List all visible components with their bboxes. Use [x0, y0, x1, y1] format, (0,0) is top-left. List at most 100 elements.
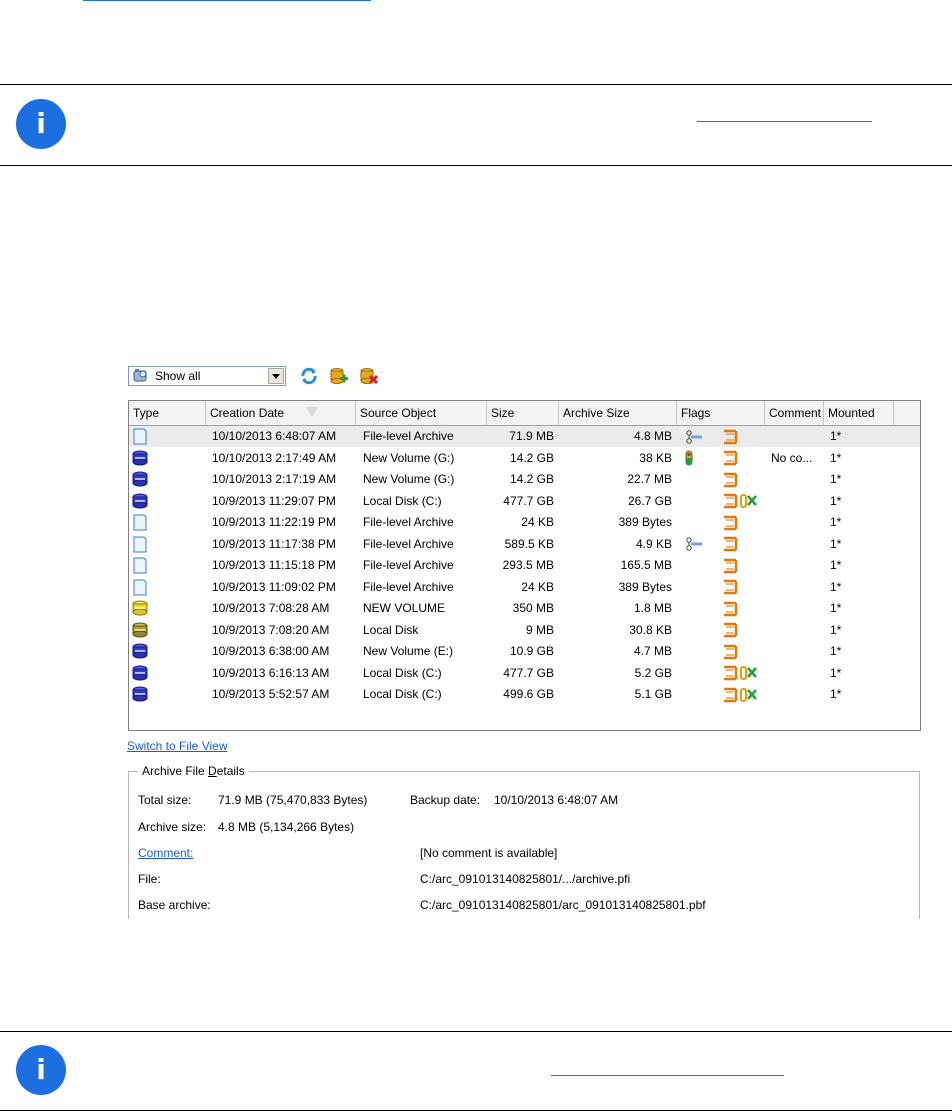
info-icon: i: [16, 1045, 66, 1095]
cell-comment: [771, 426, 823, 447]
flag-green-icon: [740, 493, 758, 509]
flag-green-icon: [740, 687, 758, 703]
column-header-mounted[interactable]: Mounted: [824, 401, 894, 425]
cell-size: 24 KB: [521, 579, 554, 594]
table-row[interactable]: 10/10/2013 2:17:19 AM New Volume (G:) 14.2…: [129, 469, 920, 490]
note2-link[interactable]: [551, 1075, 784, 1076]
cell-source-object: New Volume (G:): [363, 450, 455, 465]
cell-flags: [684, 577, 764, 598]
archive-size-value: 4.8 MB (5,134,266 Bytes): [218, 820, 355, 834]
add-archive-icon[interactable]: [329, 366, 349, 386]
cell-source-object: File-level Archive: [363, 429, 454, 443]
file-value: C:/arc_091013140825801/.../archive.pfi: [420, 872, 631, 886]
cell-source-object: Local Disk (C:): [363, 665, 442, 680]
file-label: File:: [138, 872, 161, 886]
archive-size-label: Archive size:: [138, 820, 207, 834]
cell-comment: No co...: [771, 450, 813, 465]
note-link[interactable]: [697, 121, 872, 122]
column-header-archive-size[interactable]: Archive Size: [559, 401, 677, 425]
column-header-creation-date[interactable]: Creation Date: [206, 401, 356, 425]
file-archive-icon: [132, 514, 148, 531]
cell-mounted: 1*: [830, 515, 842, 529]
flag-orange-icon: [722, 644, 740, 660]
cell-source-object: File-level Archive: [363, 579, 454, 594]
flag-link-icon: [684, 429, 704, 444]
file-archive-icon: [132, 557, 148, 574]
cell-flags: [684, 426, 764, 447]
cell-flags: [684, 512, 764, 533]
cell-flags: [684, 684, 764, 705]
base-archive-value: C:/arc_091013140825801/arc_0910131408258…: [420, 898, 706, 912]
column-header-type[interactable]: Type: [129, 401, 206, 425]
comment-value: [No comment is available]: [420, 846, 558, 860]
cell-flags: [684, 620, 764, 641]
table-row[interactable]: 10/9/2013 6:38:00 AM New Volume (E:) 10.9 …: [129, 641, 920, 662]
cell-creation-date: 10/9/2013 11:22:19 PM: [212, 515, 336, 529]
cell-archive-size: 22.7 MB: [627, 472, 672, 486]
cell-creation-date: 10/9/2013 11:29:07 PM: [212, 493, 336, 508]
table-row[interactable]: 10/9/2013 6:16:13 AM Local Disk (C:) 477.7…: [129, 663, 920, 684]
cell-flags: [684, 598, 764, 619]
cell-archive-size: 30.8 KB: [629, 622, 672, 637]
cell-size: 293.5 MB: [502, 558, 554, 572]
cell-source-object: File-level Archive: [363, 515, 454, 529]
chevron-down-icon[interactable]: [268, 368, 284, 384]
switch-to-file-view-link[interactable]: Switch to File View: [127, 739, 227, 753]
disk-archive-icon: [132, 450, 148, 467]
cell-mounted: 1*: [830, 644, 842, 658]
cell-comment: [771, 512, 823, 533]
cell-comment: [771, 491, 823, 512]
cell-creation-date: 10/9/2013 7:08:28 AM: [212, 601, 330, 615]
filter-value: Show all: [155, 369, 201, 383]
filter-dropdown[interactable]: Show all: [128, 366, 286, 386]
cell-source-object: File-level Archive: [363, 536, 454, 551]
table-row[interactable]: 10/10/2013 2:17:49 AM New Volume (G:) 14.2…: [129, 448, 920, 469]
table-row[interactable]: 10/9/2013 11:29:07 PM Local Disk (C:) 477.…: [129, 491, 920, 512]
cell-mounted: 1*: [830, 622, 842, 637]
cell-archive-size: 5.2 GB: [634, 665, 672, 680]
table-row[interactable]: 10/10/2013 6:48:07 AM File-level Archive 7…: [129, 426, 920, 447]
delete-archive-icon[interactable]: [359, 366, 379, 386]
comment-link[interactable]: Comment:: [138, 846, 193, 860]
table-row[interactable]: 10/9/2013 11:17:38 PM File-level Archive 5…: [129, 534, 920, 555]
disk-archive-icon: [132, 686, 148, 703]
cell-size: 499.6 GB: [503, 687, 554, 701]
table-row[interactable]: 10/9/2013 7:08:20 AM Local Disk 9 MB 30.8 K…: [129, 620, 920, 641]
table-row[interactable]: 10/9/2013 7:08:28 AM NEW VOLUME 350 MB 1.8 …: [129, 598, 920, 619]
cell-source-object: Local Disk (C:): [363, 493, 442, 508]
table-row[interactable]: 10/9/2013 11:15:18 PM File-level Archive 2…: [129, 555, 920, 576]
cell-flags: [684, 663, 764, 684]
cell-comment: [771, 469, 823, 490]
cell-size: 9 MB: [525, 622, 554, 637]
cell-archive-size: 5.1 GB: [634, 687, 672, 701]
note-top-rule: [0, 84, 952, 85]
column-header-size[interactable]: Size: [487, 401, 559, 425]
cell-mounted: 1*: [830, 601, 842, 615]
cell-source-object: Local Disk: [363, 622, 419, 637]
cell-source-object: NEW VOLUME: [363, 601, 446, 615]
backup-date-label: Backup date:: [410, 793, 481, 807]
cell-archive-size: 1.8 MB: [633, 601, 672, 615]
file-archive-icon: [132, 579, 148, 596]
cell-size: 477.7 GB: [503, 493, 554, 508]
table-row[interactable]: 10/9/2013 11:09:02 PM File-level Archive 2…: [129, 577, 920, 598]
table-row[interactable]: 10/9/2013 5:52:57 AM Local Disk (C:) 499.6…: [129, 684, 920, 705]
total-size-label: Total size:: [138, 793, 192, 807]
column-header-flags[interactable]: Flags: [677, 401, 765, 425]
cell-creation-date: 10/10/2013 6:48:07 AM: [212, 429, 337, 443]
top-link[interactable]: [83, 0, 371, 1]
cell-size: 14.2 GB: [509, 450, 554, 465]
refresh-icon[interactable]: [299, 366, 319, 386]
cell-creation-date: 10/9/2013 6:38:00 AM: [212, 644, 330, 658]
table-row[interactable]: 10/9/2013 11:22:19 PM File-level Archive 2…: [129, 512, 920, 533]
cell-mounted: 1*: [830, 579, 842, 594]
column-header-source-object[interactable]: Source Object: [356, 401, 487, 425]
disk-archive-icon: [132, 665, 148, 682]
cell-creation-date: 10/10/2013 2:17:19 AM: [212, 472, 337, 486]
filter-icon: [131, 368, 153, 384]
cell-archive-size: 4.7 MB: [633, 644, 672, 658]
cell-size: 24 KB: [521, 515, 554, 529]
archives-list[interactable]: Type Creation Date Source Object Size Ar…: [128, 400, 921, 731]
cell-size: 589.5 KB: [504, 536, 554, 551]
column-header-comment[interactable]: Comment: [765, 401, 824, 425]
